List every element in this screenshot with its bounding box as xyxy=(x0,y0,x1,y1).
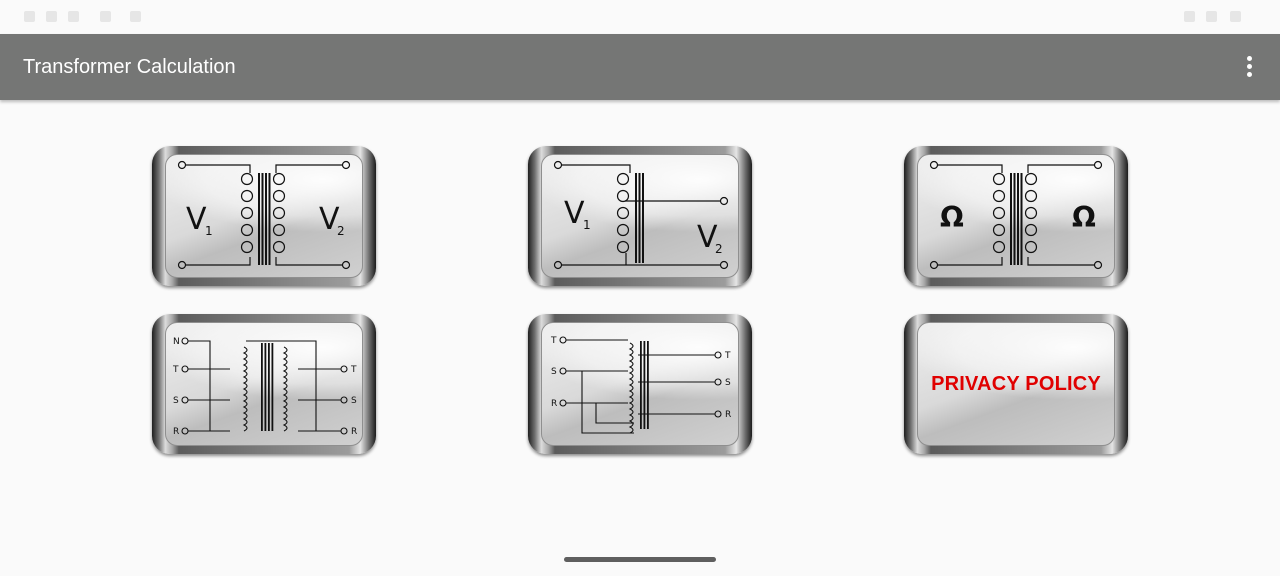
three-phase-transformer-button[interactable]: N T S R T S R xyxy=(152,314,376,454)
terminal-r-label: R xyxy=(551,399,557,409)
terminal-r-out-label: R xyxy=(351,427,357,437)
status-bar xyxy=(0,0,1280,34)
gesture-nav-handle[interactable] xyxy=(564,557,716,562)
single-phase-transformer-voltage-icon: V 1 V 2 xyxy=(177,160,351,270)
v1-subscript: 1 xyxy=(583,218,591,232)
privacy-policy-button[interactable]: PRIVACY POLICY xyxy=(904,314,1128,454)
terminal-t-out-label: T xyxy=(350,365,357,375)
omega-right-label: Ω xyxy=(1072,201,1096,234)
app-title: Transformer Calculation xyxy=(23,56,236,78)
v1-label: V xyxy=(186,202,207,237)
autotransformer-voltage-icon: V 1 V 2 xyxy=(553,160,729,270)
terminal-t-label: T xyxy=(172,365,179,375)
terminal-n-label: N xyxy=(173,337,180,347)
terminal-s-out-label: S xyxy=(725,378,731,388)
autotransformer-voltage-button[interactable]: V 1 V 2 xyxy=(528,146,752,286)
status-icon xyxy=(130,11,141,22)
terminal-s-label: S xyxy=(173,396,179,406)
terminal-t-label: T xyxy=(550,336,557,346)
transformer-impedance-icon: Ω Ω xyxy=(929,160,1103,270)
terminal-s-label: S xyxy=(551,367,557,377)
terminal-s-out-label: S xyxy=(351,396,357,406)
three-phase-autotransformer-icon: T S R T S R xyxy=(550,336,731,434)
wifi-icon xyxy=(1184,11,1195,22)
status-icon xyxy=(100,11,111,22)
terminal-t-out-label: T xyxy=(724,351,731,361)
more-vert-icon[interactable] xyxy=(1234,52,1264,82)
terminal-r-label: R xyxy=(173,427,179,437)
v1-label: V xyxy=(564,196,585,231)
v2-subscript: 2 xyxy=(715,242,723,256)
v1-subscript: 1 xyxy=(205,224,213,238)
v2-subscript: 2 xyxy=(337,224,345,238)
three-phase-transformer-icon: N T S R T S R xyxy=(172,337,357,437)
privacy-policy-label: PRIVACY POLICY xyxy=(931,373,1101,395)
status-icon xyxy=(46,11,57,22)
signal-icon xyxy=(1206,11,1217,22)
status-icon xyxy=(68,11,79,22)
status-icon xyxy=(24,11,35,22)
omega-left-label: Ω xyxy=(940,201,964,234)
battery-icon xyxy=(1230,11,1241,22)
terminal-r-out-label: R xyxy=(725,410,731,420)
single-phase-voltage-button[interactable]: V 1 V 2 xyxy=(152,146,376,286)
app-bar: Transformer Calculation xyxy=(0,34,1280,100)
three-phase-autotransformer-button[interactable]: T S R T S R xyxy=(528,314,752,454)
impedance-button[interactable]: Ω Ω xyxy=(904,146,1128,286)
